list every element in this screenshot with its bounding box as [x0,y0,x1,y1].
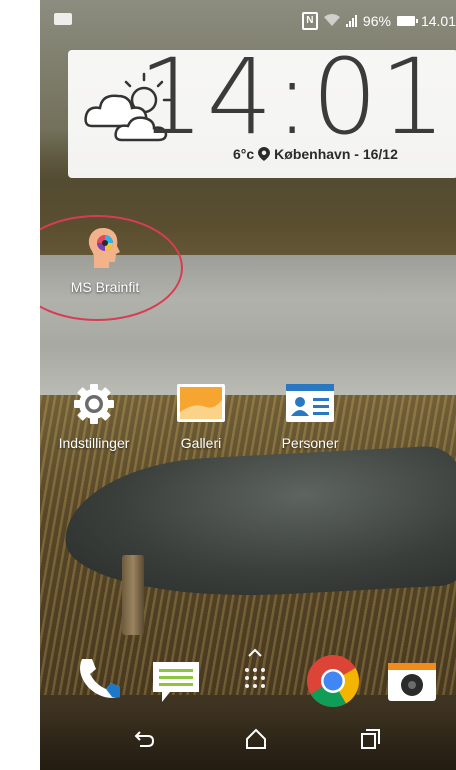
chrome-icon [307,655,359,707]
phone-icon [80,659,120,698]
clock-weather-widget[interactable]: 14:01 6°c København - 16/12 [68,36,456,178]
app-label: Indstillinger [58,435,130,451]
home-screen: N 96% 14.01 14:01 6°c København - 16/12 … [40,0,456,770]
wallpaper-post [122,555,144,635]
signal-icon [345,15,357,27]
messages-icon [153,662,199,702]
nfc-icon: N [301,12,318,30]
app-label: Personer [281,435,339,451]
notification-icon [54,13,72,25]
dock-phone[interactable] [72,655,124,706]
app-gallery[interactable]: Galleri [162,382,240,451]
battery-percent: 96% [362,13,391,29]
home-icon [246,728,266,749]
back-icon [134,731,155,747]
temperature: 6°c [233,146,255,162]
status-bar: N 96% 14.01 [40,0,456,40]
app-drawer-icon [245,648,265,688]
dock-camera[interactable] [386,660,438,709]
app-settings[interactable]: Indstillinger [48,382,140,451]
home-button[interactable] [244,728,268,755]
dock-chrome[interactable] [306,654,360,713]
wifi-icon [323,13,340,29]
contacts-card-icon [286,384,334,422]
battery-icon [396,16,418,26]
clock-time: 14:01 [138,36,448,158]
location-pin-icon [258,147,271,161]
dock-app-drawer[interactable] [240,648,270,697]
back-button[interactable] [132,728,156,755]
app-label: Galleri [180,435,222,451]
gallery-icon [177,384,225,422]
recents-button[interactable] [358,728,382,755]
recents-icon [361,729,380,749]
camera-icon [388,663,436,701]
location-date: København - 16/12 [274,146,398,162]
dock-messages[interactable] [150,660,202,711]
status-time: 14.01 [420,13,456,29]
gear-icon [74,384,114,424]
status-icons: N 96% 14.01 [301,12,456,30]
app-contacts[interactable]: Personer [270,382,350,451]
weather-info: 6°c København - 16/12 [233,146,398,162]
